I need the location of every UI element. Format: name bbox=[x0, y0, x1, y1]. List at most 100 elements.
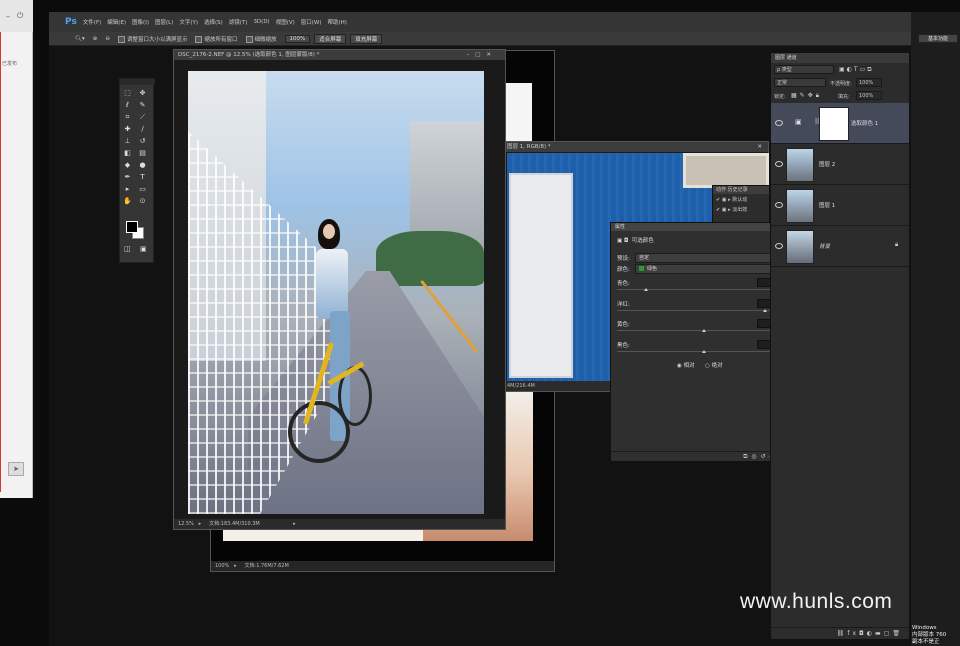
layer-row[interactable]: 背景 🔒︎ bbox=[771, 226, 909, 267]
main-doc-size: 文档:183.4M/310.3M bbox=[209, 521, 260, 527]
path-select-tool-icon[interactable]: ▸ bbox=[123, 185, 132, 194]
history-brush-tool-icon[interactable]: ↺ bbox=[138, 137, 147, 146]
menu-edit[interactable]: 编辑(E) bbox=[107, 18, 126, 26]
menu-image[interactable]: 图像(I) bbox=[132, 18, 149, 26]
pen-tool-icon[interactable]: ✒ bbox=[123, 173, 132, 182]
link-layers-icon[interactable]: ⛓︎ bbox=[837, 630, 848, 637]
fill-input[interactable]: 100% bbox=[856, 91, 882, 100]
eye-icon[interactable] bbox=[775, 161, 783, 167]
layer-thumbnail bbox=[786, 230, 814, 264]
method-absolute-label: 绝对 bbox=[711, 363, 723, 369]
crop-tool-icon[interactable]: ⌗ bbox=[123, 113, 132, 122]
add-mask-icon[interactable]: ◘ bbox=[859, 630, 867, 637]
properties-tab[interactable]: 属性 bbox=[611, 223, 792, 231]
blur-tool-icon[interactable]: ◆ bbox=[123, 161, 132, 170]
menu-3d[interactable]: 3D(D) bbox=[253, 19, 269, 25]
move-tool-icon[interactable]: ✥ bbox=[138, 89, 147, 98]
workspace-switcher[interactable]: 基本功能 bbox=[918, 34, 958, 43]
eyedropper-tool-icon[interactable]: ⟋ bbox=[138, 113, 147, 122]
menu-file[interactable]: 文件(F) bbox=[83, 18, 101, 26]
history-item[interactable]: ✔ ▣ ▸ 默认动 bbox=[713, 194, 769, 205]
type-tool-icon[interactable]: T bbox=[138, 173, 147, 182]
layer-row[interactable]: 图层 1 bbox=[771, 185, 909, 226]
left-app-accent-line bbox=[0, 32, 1, 492]
reset-icon[interactable]: ↺ bbox=[760, 453, 765, 460]
history-item-label: 默认动 bbox=[732, 197, 748, 203]
layers-tabs[interactable]: 图层 通道 bbox=[771, 53, 909, 63]
magenta-slider[interactable] bbox=[617, 309, 787, 312]
window-controls-icon[interactable]: –□✕ bbox=[466, 50, 497, 60]
quick-mask-icon[interactable]: ◫ bbox=[124, 245, 131, 253]
black-slider[interactable] bbox=[617, 350, 787, 353]
zoom-in-icon[interactable]: ⊕ bbox=[93, 36, 98, 42]
fill-screen-button[interactable]: 填充屏幕 bbox=[350, 33, 383, 44]
black-slider-knob[interactable] bbox=[702, 350, 706, 353]
eye-icon[interactable] bbox=[775, 120, 783, 126]
foreground-color-swatch[interactable] bbox=[126, 221, 138, 233]
menu-help[interactable]: 帮助(H) bbox=[328, 18, 347, 26]
clip-to-layer-icon[interactable]: ⧉ bbox=[743, 453, 747, 460]
healing-tool-icon[interactable]: ✚ bbox=[123, 125, 132, 134]
minimize-icon[interactable]: – bbox=[6, 12, 10, 21]
menu-bar: Ps 文件(F) 编辑(E) 图像(I) 图层(L) 文字(Y) 选择(S) 滤… bbox=[49, 12, 911, 32]
stamp-tool-icon[interactable]: ⊥ bbox=[123, 137, 132, 146]
gradient-tool-icon[interactable]: ▤ bbox=[138, 149, 147, 158]
layer-filter-icons[interactable]: ▣◐T▭⧉ bbox=[839, 66, 874, 74]
blue-document-title[interactable]: 图层 1, RGB/8) * ✕ bbox=[503, 142, 768, 152]
paper-plane-icon[interactable]: ➤ bbox=[8, 462, 24, 476]
screen-mode-icon[interactable]: ▣ bbox=[140, 245, 147, 253]
zoom-tool-icon[interactable]: 🔍︎▾ bbox=[75, 36, 85, 42]
magenta-slider-knob[interactable] bbox=[763, 309, 768, 312]
delete-layer-icon[interactable]: 🗑︎ bbox=[892, 630, 903, 637]
fx-icon[interactable]: fx bbox=[847, 630, 859, 637]
zoom-all-checkbox[interactable]: 缩放所有窗口 bbox=[195, 35, 238, 43]
adjustment-layer-icon[interactable]: ◐ bbox=[867, 630, 875, 637]
opacity-input[interactable]: 100% bbox=[856, 78, 882, 87]
power-icon[interactable]: ⏻ bbox=[17, 11, 23, 21]
resize-windows-checkbox[interactable]: 调整窗口大小以满屏显示 bbox=[117, 35, 187, 43]
scrubby-zoom-checkbox[interactable]: 细微缩放 bbox=[245, 35, 277, 43]
main-document-window: DSC_2176-2.NEF @ 12.5% (选取颜色 1, 图层蒙版/8) … bbox=[173, 49, 506, 530]
selective-color-icon: ▣ bbox=[795, 118, 802, 126]
dodge-tool-icon[interactable]: ● bbox=[138, 161, 147, 170]
yellow-slider-knob[interactable] bbox=[702, 329, 706, 332]
lasso-tool-icon[interactable]: ℓ bbox=[123, 101, 132, 110]
white-panel-on-wall bbox=[509, 173, 573, 378]
zoom-out-icon[interactable]: ⊖ bbox=[105, 36, 110, 42]
menu-layer[interactable]: 图层(L) bbox=[155, 18, 173, 26]
zoom-tool-icon[interactable]: ⊙ bbox=[138, 197, 147, 206]
eye-icon[interactable] bbox=[775, 202, 783, 208]
shape-tool-icon[interactable]: ▭ bbox=[138, 185, 147, 194]
history-panel-tabs[interactable]: 动作 历史记录 bbox=[713, 186, 769, 194]
menu-select[interactable]: 选择(S) bbox=[204, 18, 223, 26]
menu-filter[interactable]: 滤镜(T) bbox=[229, 18, 248, 26]
fit-screen-button[interactable]: 适合屏幕 bbox=[314, 33, 347, 44]
close-icon[interactable]: ✕ bbox=[757, 142, 762, 152]
layer-kind-filter[interactable]: ρ 类型 bbox=[774, 65, 834, 74]
quick-select-tool-icon[interactable]: ✎ bbox=[138, 101, 147, 110]
layer-row[interactable]: ▣ ⛓︎ 选取颜色 1 bbox=[771, 103, 909, 144]
toolbox-grip[interactable] bbox=[120, 79, 155, 85]
new-group-icon[interactable]: ▬ bbox=[875, 630, 884, 637]
menu-type[interactable]: 文字(Y) bbox=[179, 18, 198, 26]
eraser-tool-icon[interactable]: ◧ bbox=[123, 149, 132, 158]
method-relative-radio[interactable]: ◉ 相对 bbox=[677, 361, 695, 369]
cyan-slider-knob[interactable] bbox=[644, 288, 649, 291]
lock-icons[interactable]: ▦✎✥🔒︎ bbox=[791, 92, 822, 100]
marquee-tool-icon[interactable]: ⬚ bbox=[123, 89, 132, 98]
menu-view[interactable]: 视图(V) bbox=[276, 18, 295, 26]
layer-mask-thumbnail[interactable] bbox=[819, 107, 849, 141]
hand-tool-icon[interactable]: ✋ bbox=[123, 197, 132, 206]
zoom-100-button[interactable]: 100% bbox=[284, 34, 311, 43]
brush-tool-icon[interactable]: ∕ bbox=[138, 125, 147, 134]
eye-icon[interactable] bbox=[775, 243, 783, 249]
blend-mode-select[interactable]: 正常 bbox=[774, 78, 826, 87]
layer-row[interactable]: 图层 2 bbox=[771, 144, 909, 185]
yellow-slider[interactable] bbox=[617, 329, 787, 332]
history-item[interactable]: ✔ ▣ ▸ 淡出效 bbox=[713, 205, 769, 214]
main-document-title[interactable]: DSC_2176-2.NEF @ 12.5% (选取颜色 1, 图层蒙版/8) … bbox=[174, 50, 505, 60]
view-previous-icon[interactable]: ◎ bbox=[751, 453, 756, 460]
cyan-slider[interactable] bbox=[617, 288, 787, 291]
menu-window[interactable]: 窗口(W) bbox=[301, 18, 322, 26]
method-absolute-radio[interactable]: ○ 绝对 bbox=[705, 361, 723, 369]
